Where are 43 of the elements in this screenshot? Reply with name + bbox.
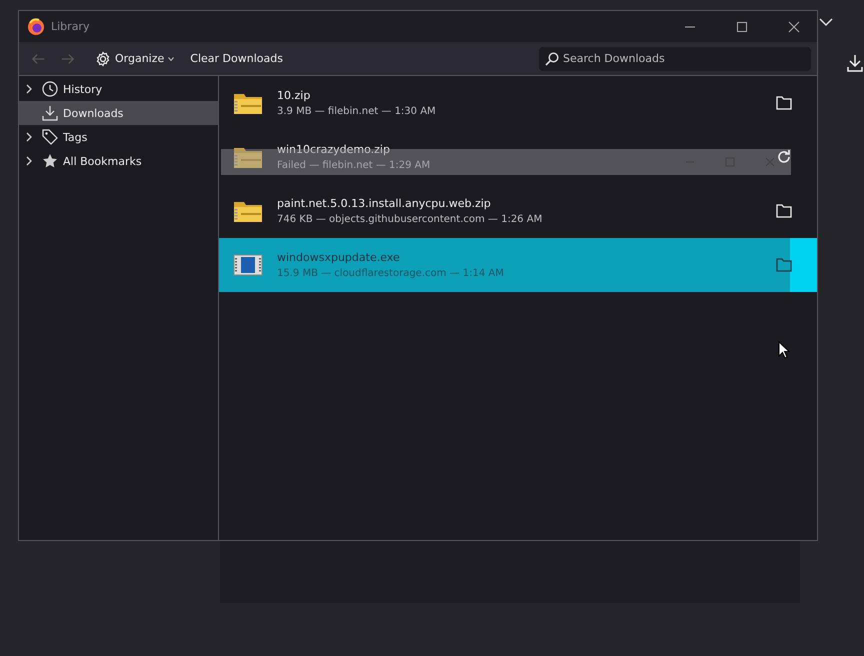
file-name: 10.zip — [277, 89, 312, 102]
right-arrow-icon — [61, 52, 75, 64]
file-status: Failed — filebin.net — 1:29 AM — [277, 160, 430, 171]
close-icon — [788, 20, 800, 32]
download-row[interactable]: 10.zip 3.9 MB — filebin.net — 1:30 AM — [219, 76, 817, 130]
left-arrow-icon — [31, 52, 45, 64]
zip-folder-icon — [233, 91, 263, 115]
clear-downloads-button[interactable]: Clear Downloads — [184, 48, 289, 69]
folder-icon — [776, 258, 792, 272]
file-name: paint.net.5.0.13.install.anycpu.web.zip — [277, 197, 492, 210]
download-icon[interactable] — [847, 54, 863, 72]
file-name: win10crazydemo.zip — [277, 143, 391, 156]
sidebar-item[interactable]: Tags — [19, 125, 218, 149]
folder-icon — [776, 204, 792, 218]
download-row[interactable]: paint.net.5.0.13.install.anycpu.web.zip 746 KB — objects.githubusercontent.com — 1:26 AM — [219, 184, 817, 238]
download-icon — [42, 105, 58, 121]
file-status: 15.9 MB — cloudflarestorage.com — 1:14 AM — [277, 268, 504, 279]
search-field[interactable]: Search Downloads — [539, 46, 811, 70]
folder-icon — [776, 96, 792, 110]
file-name: windowsxpupdate.exe — [277, 251, 401, 264]
retry-icon — [776, 149, 792, 165]
chevron-down-icon[interactable] — [819, 17, 833, 27]
browser-logo-icon — [27, 18, 45, 36]
application-icon — [233, 253, 263, 277]
gear-icon — [95, 50, 111, 66]
tag-icon — [42, 129, 58, 145]
caret-icon — [168, 56, 174, 60]
maximize-icon — [736, 20, 748, 32]
file-status: 746 KB — objects.githubusercontent.com — 1:26 AM — [277, 214, 542, 225]
search-icon — [545, 52, 559, 66]
organize-button[interactable]: Organize — [89, 46, 180, 70]
sidebar-item[interactable]: History — [19, 77, 218, 101]
mouse-cursor-icon — [778, 341, 790, 359]
file-status: 3.9 MB — filebin.net — 1:30 AM — [277, 106, 436, 117]
download-row[interactable]: windowsxpupdate.exe 15.9 MB — cloudflarestorage.com — 1:14 AM — [219, 238, 817, 292]
zip-folder-icon — [233, 199, 263, 223]
window-title: Library — [51, 20, 90, 33]
sidebar-item[interactable]: Downloads — [19, 101, 218, 125]
download-row[interactable]: win10crazydemo.zip Failed — filebin.net — 1:29 AM — [219, 130, 817, 184]
sidebar-item[interactable]: All Bookmarks — [19, 149, 218, 173]
zip-folder-icon — [233, 145, 263, 169]
star-icon — [42, 153, 58, 169]
clock-icon — [42, 81, 58, 97]
